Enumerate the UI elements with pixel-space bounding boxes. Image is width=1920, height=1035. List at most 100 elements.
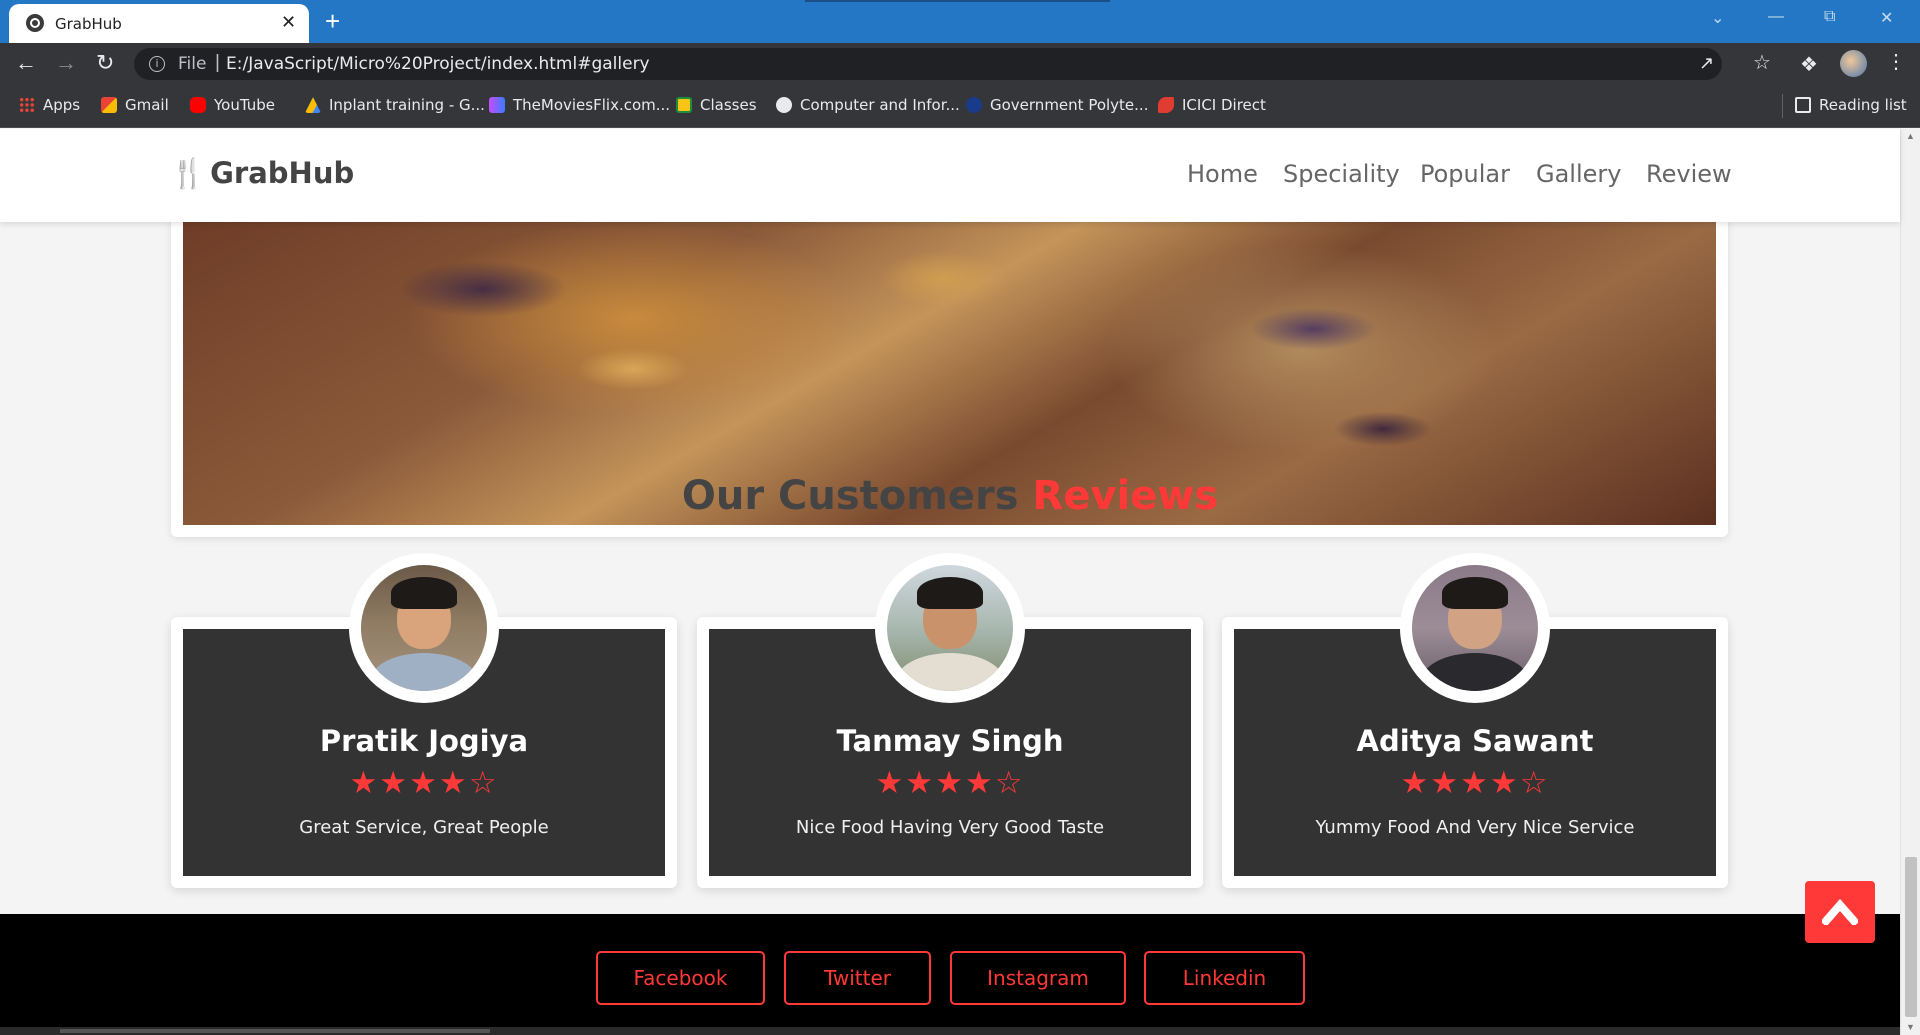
review-card: Tanmay Singh ★★★★☆ Nice Food Having Very… (697, 553, 1203, 888)
review-text: Yummy Food And Very Nice Service (1315, 817, 1635, 838)
share-icon[interactable]: ↗ (1699, 53, 1714, 74)
google-drive-icon (305, 97, 321, 113)
nav-home[interactable]: Home (1187, 160, 1258, 188)
vertical-scrollbar[interactable]: ▲ ▼ (1900, 129, 1920, 1035)
polytechnic-icon (966, 97, 982, 113)
window-close-icon[interactable]: ✕ (1880, 8, 1893, 28)
star-filled-icon: ★ (875, 765, 906, 801)
star-filled-icon: ★ (1489, 765, 1520, 801)
new-tab-button[interactable]: + (325, 6, 340, 36)
reviewer-photo-hair (917, 577, 983, 609)
reload-icon[interactable]: ↻ (96, 51, 114, 75)
back-arrow-icon[interactable]: ← (15, 51, 37, 75)
rating-stars: ★★★★☆ (1234, 765, 1716, 801)
bookmark-computer-info[interactable]: Computer and Infor... (776, 96, 960, 114)
site-info-icon[interactable]: i (149, 56, 165, 72)
bookmark-gov-polytechnic[interactable]: Government Polyte... (966, 96, 1148, 114)
reviewer-name: Pratik Jogiya (319, 724, 529, 758)
reviewer-photo (1412, 565, 1538, 691)
bookmarks-bar: Apps Gmail YouTube Inplant training - G.… (0, 84, 1920, 128)
bookmark-classes[interactable]: Classes (676, 96, 757, 114)
nav-popular[interactable]: Popular (1420, 160, 1510, 188)
minimize-icon[interactable]: — (1768, 8, 1784, 26)
gmail-icon (101, 97, 117, 113)
reviewer-avatar (349, 553, 499, 703)
star-filled-icon: ★ (935, 765, 965, 801)
site-header: 🍴 GrabHub Home Speciality Popular Gallery… (0, 129, 1900, 222)
star-filled-icon: ★ (1460, 765, 1490, 801)
star-filled-icon: ★ (438, 765, 469, 801)
site-logo[interactable]: 🍴 GrabHub (170, 156, 354, 191)
profile-avatar[interactable] (1840, 50, 1867, 77)
tab-close-icon[interactable]: ✕ (281, 12, 296, 33)
bookmark-youtube[interactable]: YouTube (190, 96, 275, 114)
reviewer-avatar (1400, 553, 1550, 703)
browser-menu-icon[interactable]: ⋮ (1886, 49, 1906, 74)
nav-gallery[interactable]: Gallery (1536, 160, 1621, 188)
reviewer-photo-body (1420, 653, 1530, 691)
bookmark-star-icon[interactable]: ☆ (1753, 50, 1771, 75)
nav-speciality[interactable]: Speciality (1283, 160, 1400, 188)
apps-grid-icon (19, 97, 35, 113)
star-empty-icon: ☆ (994, 765, 1025, 801)
star-filled-icon: ★ (409, 765, 439, 801)
scroll-up-arrow-icon[interactable]: ▲ (1906, 131, 1915, 141)
facebook-link[interactable]: Facebook (596, 951, 765, 1005)
bookmark-apps[interactable]: Apps (19, 96, 80, 114)
tab-strip-indicator (805, 0, 1110, 2)
twitter-link[interactable]: Twitter (784, 951, 931, 1005)
star-filled-icon: ★ (379, 765, 410, 801)
bookmark-icici-direct[interactable]: ICICI Direct (1158, 96, 1266, 114)
file-scheme-label: File (178, 54, 207, 74)
globe-favicon-icon (26, 14, 44, 32)
youtube-icon (190, 97, 206, 113)
chevron-up-icon (1822, 898, 1858, 925)
bookmark-gmail[interactable]: Gmail (101, 96, 169, 114)
restore-icon[interactable]: ⧉ (1824, 8, 1835, 26)
globe-icon (776, 97, 792, 113)
review-card: Aditya Sawant ★★★★☆ Yummy Food And Very … (1222, 553, 1728, 888)
address-bar[interactable]: i File | E:/JavaScript/Micro%20Project/i… (134, 48, 1722, 80)
reviewer-photo-hair (1442, 577, 1508, 609)
bookmarks-separator (1782, 94, 1783, 118)
horizontal-scrollbar[interactable] (0, 1027, 1900, 1035)
review-text: Great Service, Great People (299, 817, 549, 838)
bookmark-inplant-training[interactable]: Inplant training - G... (305, 96, 485, 114)
review-card: Pratik Jogiya ★★★★☆ Great Service, Great… (171, 553, 677, 888)
classroom-icon (676, 97, 692, 113)
page-viewport: 🍴 GrabHub Home Speciality Popular Gallery… (0, 129, 1920, 1035)
star-empty-icon: ☆ (468, 765, 499, 801)
reviewer-name: Tanmay Singh (836, 724, 1064, 758)
scrollbar-thumb[interactable] (1905, 857, 1917, 1017)
forward-arrow-icon[interactable]: → (55, 51, 77, 75)
reading-list-icon (1795, 97, 1811, 113)
star-filled-icon: ★ (1430, 765, 1461, 801)
utensils-icon: 🍴 (170, 156, 207, 190)
tab-title: GrabHub (55, 15, 122, 33)
reviewer-name: Aditya Sawant (1356, 724, 1594, 758)
reviews-heading: Our Customers Reviews (681, 473, 1219, 519)
reviewer-photo-hair (391, 577, 457, 609)
reading-list-button[interactable]: Reading list (1795, 96, 1907, 114)
url-separator: | (215, 52, 220, 73)
browser-tab-active[interactable]: GrabHub ✕ (9, 4, 309, 43)
icici-icon (1158, 97, 1174, 113)
reviewer-photo (361, 565, 487, 691)
scroll-to-top-button[interactable] (1805, 881, 1875, 943)
bookmark-moviesflix[interactable]: TheMoviesFlix.com... (489, 96, 670, 114)
reviewer-photo (887, 565, 1013, 691)
scroll-down-arrow-icon[interactable]: ▼ (1906, 1022, 1915, 1032)
nav-review[interactable]: Review (1646, 160, 1732, 188)
instagram-link[interactable]: Instagram (950, 951, 1126, 1005)
rating-stars: ★★★★☆ (709, 765, 1191, 801)
reviewer-photo-body (895, 653, 1005, 691)
url-text[interactable]: E:/JavaScript/Micro%20Project/index.html… (226, 54, 650, 74)
rating-stars: ★★★★☆ (183, 765, 665, 801)
horizontal-scrollbar-thumb[interactable] (60, 1029, 490, 1033)
tab-search-icon[interactable]: ⌄ (1711, 8, 1724, 28)
extensions-puzzle-icon[interactable]: ❖ (1800, 52, 1818, 77)
moviesflix-icon (489, 97, 505, 113)
linkedin-link[interactable]: Linkedin (1144, 951, 1305, 1005)
star-filled-icon: ★ (349, 765, 380, 801)
star-filled-icon: ★ (1400, 765, 1431, 801)
